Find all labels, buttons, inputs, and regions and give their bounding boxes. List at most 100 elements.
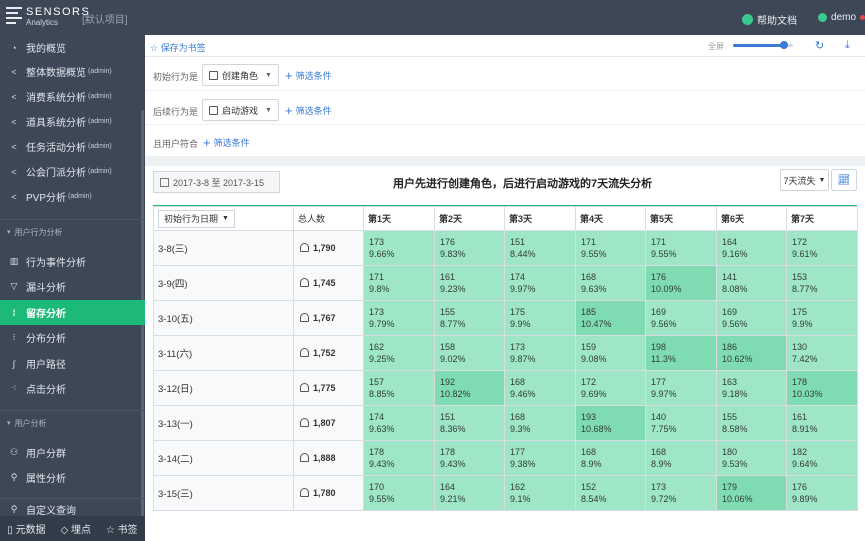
retention-cell[interactable]: 171 9.55% — [645, 230, 717, 266]
download-icon[interactable]: ⤓ — [845, 39, 850, 52]
sidebar-item[interactable]: < 整体数据概览 (admin) — [0, 59, 145, 84]
zoom-label: 全屏 — [708, 42, 724, 51]
retention-cell[interactable]: 162 9.1% — [504, 475, 576, 511]
retention-cell[interactable]: 163 9.18% — [716, 370, 787, 406]
sidebar-item[interactable]: ⚇ 用户分群 — [0, 440, 145, 465]
retention-cell[interactable]: 185 10.47% — [575, 300, 646, 336]
sidebar-section-header[interactable]: ▾ 用户行为分析 — [0, 221, 145, 243]
retention-cell[interactable]: 186 10.62% — [716, 335, 787, 371]
retention-cell[interactable]: 175 9.9% — [786, 300, 858, 336]
tracking-link[interactable]: ◇ 埋点 — [61, 521, 91, 536]
retention-cell[interactable]: 174 9.97% — [504, 265, 576, 301]
retention-cell[interactable]: 173 9.87% — [504, 335, 576, 371]
retention-cell[interactable]: 173 9.72% — [645, 475, 717, 511]
bookmarks-link[interactable]: ☆ 书签 — [106, 521, 138, 536]
sidebar-item[interactable]: < 消费系统分析 (admin) — [0, 84, 145, 109]
period-select[interactable]: 7天流失 ▼ — [780, 169, 829, 191]
retention-cell[interactable]: 162 9.25% — [363, 335, 435, 371]
sidebar-item[interactable]: ◔ 我的概览 — [0, 35, 145, 60]
followup-event-select[interactable]: 启动游戏 ▼ — [202, 99, 279, 121]
retention-cell[interactable]: 130 7.42% — [786, 335, 858, 371]
retention-cell[interactable]: 155 8.77% — [434, 300, 505, 336]
retention-cell[interactable]: 168 9.3% — [504, 405, 576, 441]
metadata-link[interactable]: ▯ 元数据 — [7, 521, 45, 536]
retention-cell[interactable]: 168 8.9% — [575, 440, 646, 476]
retention-cell[interactable]: 192 10.82% — [434, 370, 505, 406]
sidebar-item[interactable]: < 任务活动分析 (admin) — [0, 134, 145, 159]
retention-cell[interactable]: 176 9.89% — [786, 475, 858, 511]
retention-cell[interactable]: 153 8.77% — [786, 265, 858, 301]
sidebar-item[interactable]: ⁖ 点击分析 — [0, 376, 145, 401]
retention-cell[interactable]: 176 9.83% — [434, 230, 505, 266]
retention-cell[interactable]: 193 10.68% — [575, 405, 646, 441]
row-total: 1,807 — [293, 405, 364, 441]
initial-event-select[interactable]: 创建角色 ▼ — [202, 64, 279, 86]
retention-cell[interactable]: 180 9.53% — [716, 440, 787, 476]
add-initial-filter-button[interactable]: + 筛选条件 — [285, 69, 332, 82]
retention-cell[interactable]: 169 9.56% — [645, 300, 717, 336]
retention-cell[interactable]: 178 9.43% — [434, 440, 505, 476]
retention-cell[interactable]: 178 9.43% — [363, 440, 435, 476]
save-bookmark-button[interactable]: ☆ 保存为书签 — [150, 41, 206, 54]
retention-cell[interactable]: 171 9.8% — [363, 265, 435, 301]
sidebar-section-header[interactable]: ▾ 用户分析 — [0, 412, 145, 434]
retention-cell[interactable]: 164 9.21% — [434, 475, 505, 511]
user-icon — [300, 418, 309, 427]
retention-cell[interactable]: 151 8.44% — [504, 230, 576, 266]
retention-cell[interactable]: 159 9.08% — [575, 335, 646, 371]
user-menu[interactable]: demo — [818, 12, 865, 23]
retention-cell[interactable]: 168 9.63% — [575, 265, 646, 301]
retention-cell[interactable]: 141 8.08% — [716, 265, 787, 301]
date-dimension-select[interactable]: 初始行为日期 ▼ — [158, 209, 235, 228]
line-chart-icon[interactable]: 📈︎ — [831, 169, 857, 191]
retention-cell[interactable]: 177 9.97% — [645, 370, 717, 406]
date-range-picker[interactable]: 2017-3-8 至 2017-3-15 — [153, 171, 280, 193]
sidebar-item-label: 任务活动分析 — [26, 143, 86, 154]
refresh-icon[interactable]: ↻ — [815, 39, 824, 52]
sidebar-item[interactable]: ∫ 用户路径 — [0, 351, 145, 376]
cell-percent: 9.79% — [369, 319, 395, 329]
sidebar-item[interactable]: ⚲ 自定义查询 — [0, 497, 145, 522]
retention-cell[interactable]: 157 8.85% — [363, 370, 435, 406]
retention-cell[interactable]: 179 10.06% — [716, 475, 787, 511]
retention-cell[interactable]: 164 9.16% — [716, 230, 787, 266]
add-user-filter-button[interactable]: + 筛选条件 — [203, 136, 250, 149]
retention-cell[interactable]: 175 9.9% — [504, 300, 576, 336]
sidebar-item[interactable]: ⁝ 分布分析 — [0, 325, 145, 350]
sidebar-item[interactable]: ▥ 行为事件分析 — [0, 249, 145, 274]
sidebar-item-label: PVP分析 — [26, 193, 67, 204]
retention-cell[interactable]: 173 9.66% — [363, 230, 435, 266]
retention-cell[interactable]: 182 9.64% — [786, 440, 858, 476]
retention-cell[interactable]: 178 10.03% — [786, 370, 858, 406]
zoom-slider[interactable] — [733, 41, 793, 49]
retention-cell[interactable]: 177 9.38% — [504, 440, 576, 476]
zoom-handle[interactable] — [780, 41, 788, 49]
retention-cell[interactable]: 174 9.63% — [363, 405, 435, 441]
retention-cell[interactable]: 155 8.58% — [716, 405, 787, 441]
project-name[interactable]: [默认项目] — [82, 11, 128, 26]
help-docs-link[interactable]: 帮助文档 — [742, 12, 797, 27]
sidebar-item[interactable]: ▽ 漏斗分析 — [0, 274, 145, 299]
retention-cell[interactable]: 172 9.69% — [575, 370, 646, 406]
retention-cell[interactable]: 161 9.23% — [434, 265, 505, 301]
retention-cell[interactable]: 176 10.09% — [645, 265, 717, 301]
retention-cell[interactable]: 158 9.02% — [434, 335, 505, 371]
retention-cell[interactable]: 173 9.79% — [363, 300, 435, 336]
retention-cell[interactable]: 152 8.54% — [575, 475, 646, 511]
retention-cell[interactable]: 198 11.3% — [645, 335, 717, 371]
retention-cell[interactable]: 140 7.75% — [645, 405, 717, 441]
sidebar-item[interactable]: ⁞ 留存分析 — [0, 300, 145, 325]
retention-cell[interactable]: 151 8.36% — [434, 405, 505, 441]
sidebar-item[interactable]: < PVP分析 (admin) — [0, 184, 145, 209]
retention-cell[interactable]: 168 8.9% — [645, 440, 717, 476]
retention-cell[interactable]: 168 9.46% — [504, 370, 576, 406]
sidebar-item[interactable]: < 道具系统分析 (admin) — [0, 109, 145, 134]
retention-cell[interactable]: 161 8.91% — [786, 405, 858, 441]
retention-cell[interactable]: 171 9.55% — [575, 230, 646, 266]
sidebar-item[interactable]: ⚲ 属性分析 — [0, 465, 145, 490]
sidebar-item[interactable]: < 公会门派分析 (admin) — [0, 159, 145, 184]
retention-cell[interactable]: 169 9.56% — [716, 300, 787, 336]
retention-cell[interactable]: 172 9.61% — [786, 230, 858, 266]
retention-cell[interactable]: 170 9.55% — [363, 475, 435, 511]
add-followup-filter-button[interactable]: + 筛选条件 — [285, 104, 332, 117]
